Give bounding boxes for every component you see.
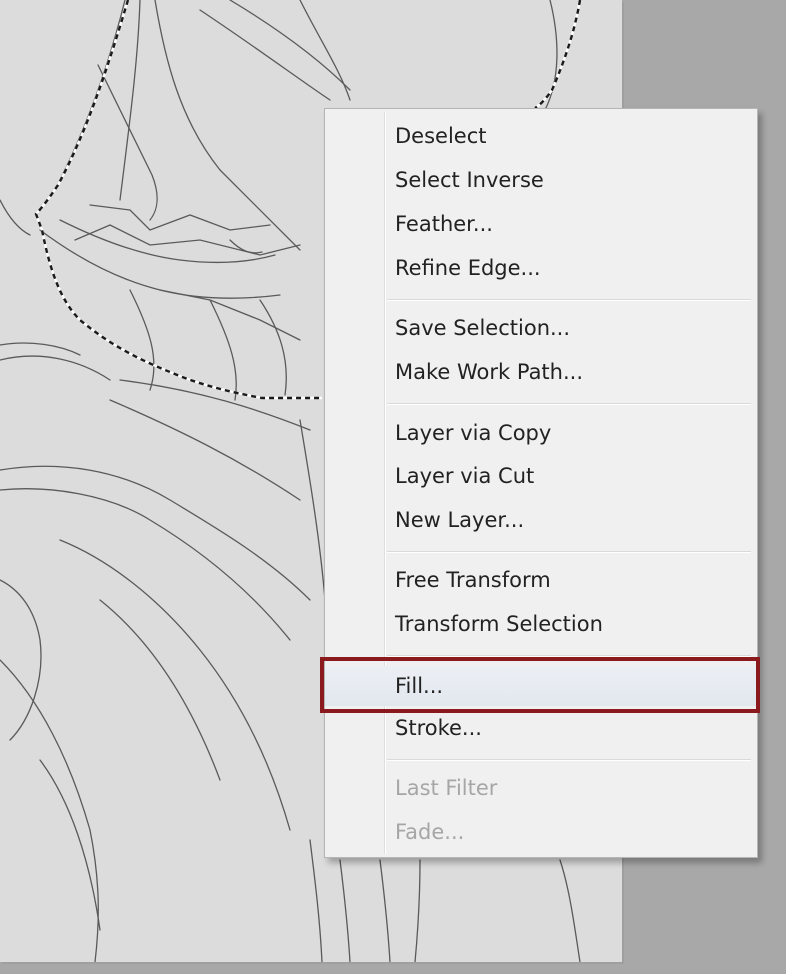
menu-item-deselect[interactable]: Deselect bbox=[325, 116, 757, 156]
fill-callout-box bbox=[320, 657, 760, 713]
menu-item-refine-edge[interactable]: Refine Edge... bbox=[325, 248, 757, 288]
menu-item-label: Layer via Cut bbox=[395, 464, 535, 488]
menu-separator bbox=[387, 551, 751, 553]
menu-item-label: Make Work Path... bbox=[395, 360, 584, 384]
menu-item-label: Fade... bbox=[395, 820, 465, 844]
menu-item-transform-selection[interactable]: Transform Selection bbox=[325, 604, 757, 644]
menu-item-feather[interactable]: Feather... bbox=[325, 204, 757, 244]
menu-separator bbox=[387, 299, 751, 301]
menu-item-select-inverse[interactable]: Select Inverse bbox=[325, 160, 757, 200]
menu-item-label: Stroke... bbox=[395, 716, 482, 740]
menu-item-label: Last Filter bbox=[395, 776, 498, 800]
menu-item-label: Free Transform bbox=[395, 568, 551, 592]
menu-item-label: Refine Edge... bbox=[395, 256, 541, 280]
menu-item-layer-via-cut[interactable]: Layer via Cut bbox=[325, 456, 757, 496]
context-menu: Deselect Select Inverse Feather... Refin… bbox=[324, 108, 758, 858]
menu-item-stroke[interactable]: Stroke... bbox=[325, 708, 757, 748]
menu-item-label: Transform Selection bbox=[395, 612, 603, 636]
menu-item-free-transform[interactable]: Free Transform bbox=[325, 560, 757, 600]
menu-item-last-filter: Last Filter bbox=[325, 768, 757, 808]
menu-item-new-layer[interactable]: New Layer... bbox=[325, 500, 757, 540]
menu-item-make-work-path[interactable]: Make Work Path... bbox=[325, 352, 757, 392]
menu-item-label: Deselect bbox=[395, 124, 487, 148]
menu-item-label: Feather... bbox=[395, 212, 493, 236]
menu-item-save-selection[interactable]: Save Selection... bbox=[325, 308, 757, 348]
menu-item-label: Layer via Copy bbox=[395, 421, 552, 445]
menu-item-label: Select Inverse bbox=[395, 168, 544, 192]
menu-item-label: New Layer... bbox=[395, 508, 525, 532]
menu-item-layer-via-copy[interactable]: Layer via Copy bbox=[325, 413, 757, 453]
menu-separator bbox=[387, 759, 751, 761]
menu-item-label: Save Selection... bbox=[395, 316, 571, 340]
menu-separator bbox=[387, 403, 751, 405]
menu-item-fade: Fade... bbox=[325, 812, 757, 852]
